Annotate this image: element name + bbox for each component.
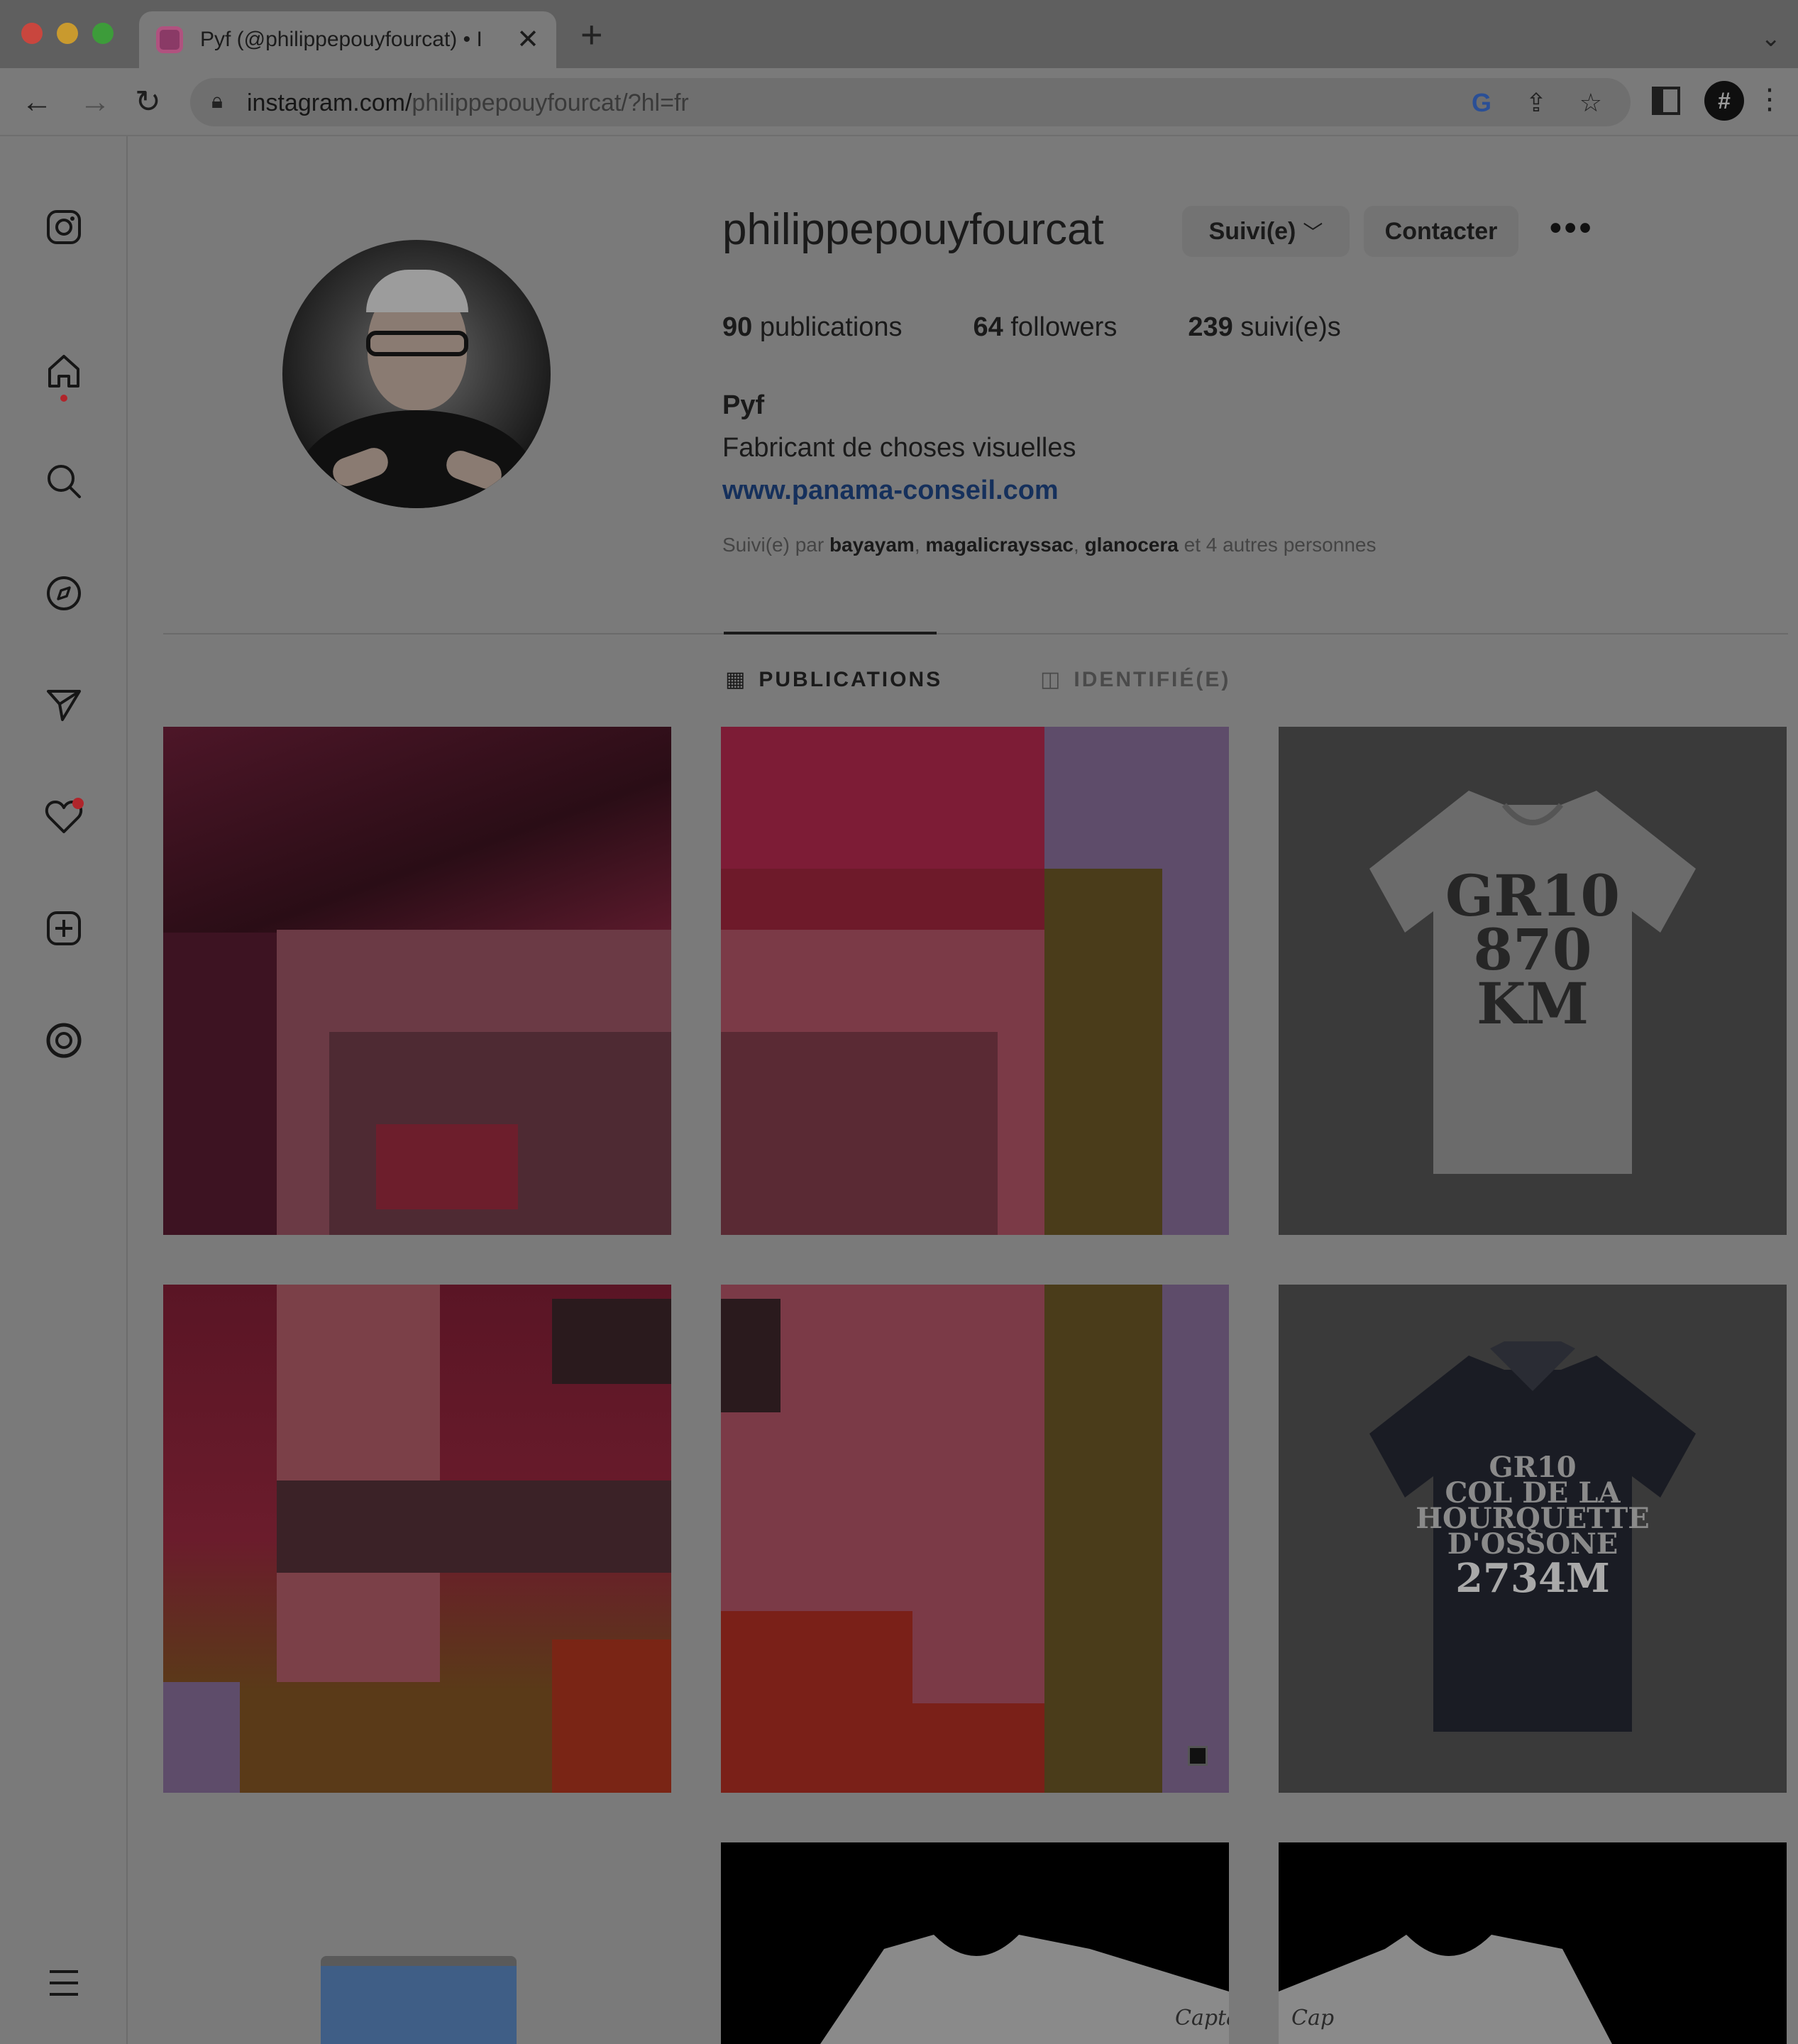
create-post-icon[interactable] bbox=[43, 907, 85, 950]
posts-label: publications bbox=[759, 312, 903, 342]
tab-publications-label: PUBLICATIONS bbox=[759, 667, 943, 691]
active-tab-indicator bbox=[724, 632, 937, 634]
home-notification-dot bbox=[60, 395, 67, 402]
post-caption-text: Cap bbox=[1291, 2006, 1335, 2031]
browser-menu-kebab-icon[interactable]: ⋮ bbox=[1755, 85, 1784, 114]
tshirt-print-text: GR10 870 KM bbox=[1279, 862, 1787, 1037]
more-menu-hamburger-icon[interactable] bbox=[43, 1962, 85, 2004]
avatar-body-shape bbox=[297, 410, 536, 508]
tab-close-icon[interactable]: ✕ bbox=[517, 26, 539, 53]
profile-website-link[interactable]: www.panama-conseil.com bbox=[722, 476, 1059, 506]
profile-stats: 90 publications 64 followers 239 suivi(e… bbox=[722, 312, 1412, 343]
more-options-icon[interactable]: ••• bbox=[1550, 211, 1594, 246]
tshirt-white-shape bbox=[820, 1935, 1229, 2044]
contact-button[interactable]: Contacter bbox=[1364, 206, 1518, 257]
tshirt-line: KM bbox=[1476, 970, 1589, 1037]
direct-messages-icon[interactable] bbox=[43, 683, 85, 725]
tab-tagged-label: IDENTIFIÉ(E) bbox=[1074, 667, 1231, 691]
following-count: 239 bbox=[1188, 312, 1233, 342]
threads-icon[interactable] bbox=[43, 1019, 85, 1062]
stat-posts: 90 publications bbox=[722, 312, 903, 343]
home-icon[interactable] bbox=[43, 349, 85, 392]
share-icon[interactable]: ⇪ bbox=[1526, 88, 1547, 118]
tab-tagged[interactable]: ◫ IDENTIFIÉ(E) bbox=[1040, 667, 1230, 692]
instagram-favicon-icon bbox=[156, 26, 183, 53]
notifications-heart-icon[interactable] bbox=[43, 795, 85, 837]
tagged-user-icon: ◫ bbox=[1040, 668, 1063, 691]
browser-toolbar: ← → ↻ 🔒︎ instagram.com/philippepouyfourc… bbox=[0, 68, 1798, 136]
lock-icon: 🔒︎ bbox=[211, 89, 223, 113]
window-close-button[interactable] bbox=[21, 23, 43, 44]
instagram-nav-rail bbox=[0, 136, 128, 2044]
posts-count: 90 bbox=[722, 312, 753, 342]
reload-icon[interactable]: ↻ bbox=[135, 82, 161, 122]
following-button-label: Suivi(e) bbox=[1208, 217, 1296, 245]
new-tab-button[interactable]: + bbox=[580, 16, 603, 54]
followed-by-user: magalicrayssac bbox=[925, 534, 1074, 556]
followed-by-text[interactable]: Suivi(e) par bayayam, magalicrayssac, gl… bbox=[722, 534, 1376, 556]
post-thumbnail[interactable] bbox=[163, 1285, 671, 1793]
post-thumbnail[interactable] bbox=[163, 727, 671, 1235]
post-thumbnail[interactable]: GR10 COL DE LA HOURQUETTE D'OSSONE 2734M bbox=[1279, 1285, 1787, 1793]
tshirt-white-shape bbox=[1279, 1935, 1612, 2044]
followed-by-user: glanocera bbox=[1084, 534, 1179, 556]
url-path: philippepouyfourcat/?hl=fr bbox=[412, 89, 689, 116]
post-thumbnail[interactable] bbox=[721, 727, 1229, 1235]
url-text[interactable]: instagram.com/philippepouyfourcat/?hl=fr bbox=[247, 89, 689, 117]
stat-following[interactable]: 239 suivi(e)s bbox=[1188, 312, 1340, 343]
followed-by-user: bayayam bbox=[829, 534, 915, 556]
browser-tab-instagram[interactable]: Pyf (@philippepouyfourcat) • I ✕ bbox=[139, 11, 556, 68]
tshirt-line: 870 bbox=[1473, 916, 1592, 983]
tab-publications[interactable]: ▦ PUBLICATIONS bbox=[725, 667, 942, 692]
window-minimize-button[interactable] bbox=[57, 23, 78, 44]
followed-by-prefix: Suivi(e) par bbox=[722, 534, 824, 556]
side-panel-icon[interactable] bbox=[1652, 87, 1680, 115]
search-icon[interactable] bbox=[43, 460, 85, 502]
post-thumbnail[interactable]: Captain bbox=[721, 1842, 1229, 2044]
tshirt-line: GR10 bbox=[1445, 862, 1621, 929]
post-thumbnail[interactable]: GR10 870 KM bbox=[1279, 727, 1787, 1235]
post-caption-text: Captain bbox=[1175, 2006, 1229, 2031]
window-zoom-button[interactable] bbox=[92, 23, 114, 44]
following-dropdown-button[interactable]: Suivi(e) ﹀ bbox=[1182, 206, 1350, 257]
profile-avatar[interactable] bbox=[282, 240, 551, 508]
post-thumbnail[interactable]: Cap bbox=[1279, 1842, 1787, 2044]
followers-count: 64 bbox=[973, 312, 1003, 342]
profile-full-name: Pyf bbox=[722, 390, 765, 420]
polo-line: 2734M bbox=[1455, 1555, 1610, 1602]
polo-print-text: GR10 COL DE LA HOURQUETTE D'OSSONE 2734M bbox=[1279, 1454, 1787, 1602]
bookmark-star-icon[interactable]: ☆ bbox=[1579, 88, 1602, 118]
back-arrow-icon[interactable]: ← bbox=[21, 82, 53, 122]
google-lens-icon[interactable]: G bbox=[1472, 88, 1491, 118]
followers-label: followers bbox=[1010, 312, 1118, 342]
explore-compass-icon[interactable] bbox=[43, 572, 85, 615]
avatar-glasses-shape bbox=[366, 331, 468, 356]
chevron-down-icon: ﹀ bbox=[1303, 221, 1323, 243]
post-thumbnail[interactable] bbox=[721, 1285, 1229, 1793]
profile-username: philippepouyfourcat bbox=[722, 205, 1104, 254]
tab-search-chevron-icon[interactable]: ⌄ bbox=[1761, 24, 1782, 53]
profile-tabs-divider bbox=[163, 633, 1788, 634]
following-label: suivi(e)s bbox=[1240, 312, 1341, 342]
instagram-logo-icon[interactable] bbox=[43, 206, 85, 248]
url-host: instagram.com/ bbox=[247, 89, 412, 116]
grid-icon: ▦ bbox=[725, 668, 748, 691]
tab-title: Pyf (@philippepouyfourcat) • I bbox=[200, 28, 482, 51]
carousel-badge-icon bbox=[1188, 1746, 1208, 1766]
address-bar[interactable]: 🔒︎ instagram.com/philippepouyfourcat/?hl… bbox=[190, 78, 1631, 126]
profile-bio: Fabricant de choses visuelles bbox=[722, 433, 1076, 463]
avatar-hair-shape bbox=[366, 270, 468, 312]
post-thumbnail[interactable] bbox=[163, 1842, 671, 2044]
browser-profile-avatar[interactable]: # bbox=[1704, 81, 1744, 121]
stat-followers[interactable]: 64 followers bbox=[974, 312, 1118, 343]
forward-arrow-icon[interactable]: → bbox=[79, 82, 111, 122]
followed-by-suffix: et 4 autres personnes bbox=[1184, 534, 1377, 556]
browser-tab-bar: Pyf (@philippepouyfourcat) • I ✕ + ⌄ bbox=[0, 0, 1798, 68]
polo-line: D'OSSONE bbox=[1447, 1527, 1618, 1561]
